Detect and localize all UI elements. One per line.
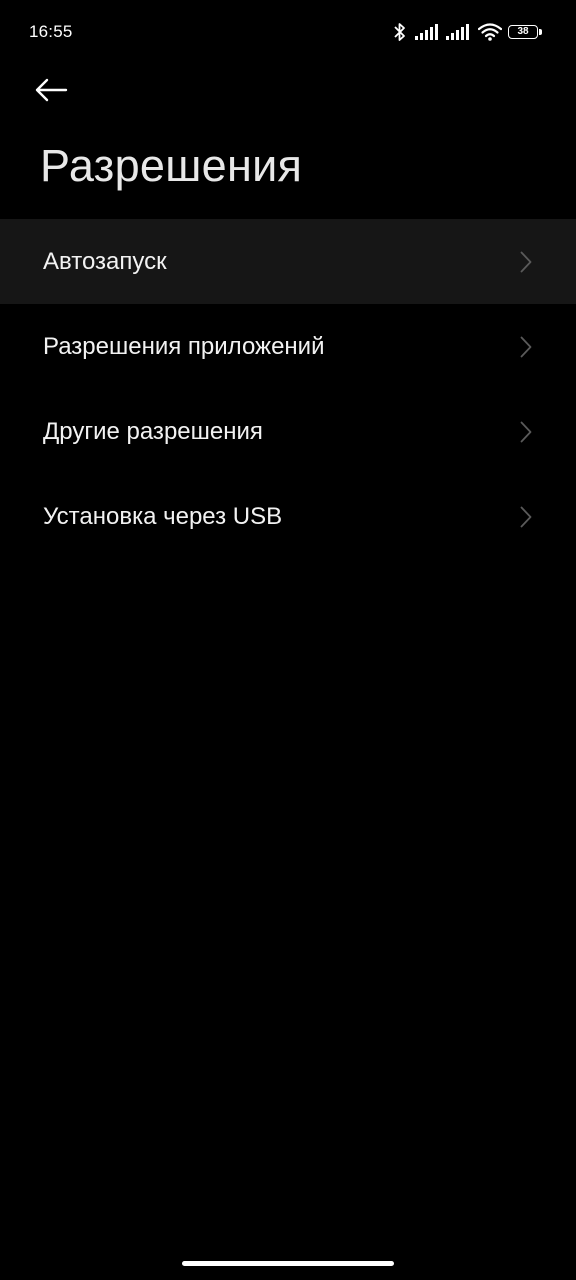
status-time: 16:55: [29, 22, 73, 41]
permissions-menu: Автозапуск Разрешения приложений Другие …: [0, 219, 576, 559]
menu-item-app-permissions[interactable]: Разрешения приложений: [0, 304, 576, 389]
battery-icon: 38: [508, 23, 544, 41]
chevron-right-icon: [520, 506, 532, 528]
battery-level: 38: [517, 26, 529, 37]
bluetooth-icon: [393, 22, 407, 42]
page-title: Разрешения: [40, 140, 303, 191]
chevron-right-icon: [520, 336, 532, 358]
back-button[interactable]: [34, 72, 82, 112]
menu-item-label: Установка через USB: [43, 502, 283, 530]
wifi-icon: [478, 23, 502, 41]
menu-item-other-permissions[interactable]: Другие разрешения: [0, 389, 576, 474]
arrow-left-icon: [34, 78, 68, 107]
status-bar: 16:55 38: [0, 0, 576, 64]
signal-icon: [446, 24, 470, 40]
status-icons: 38: [393, 20, 544, 44]
chevron-right-icon: [520, 251, 532, 273]
home-indicator[interactable]: [182, 1261, 394, 1266]
signal-icon: [415, 24, 439, 40]
chevron-right-icon: [520, 421, 532, 443]
menu-item-label: Другие разрешения: [43, 417, 263, 445]
menu-item-label: Разрешения приложений: [43, 332, 325, 360]
menu-item-usb-install[interactable]: Установка через USB: [0, 474, 576, 559]
menu-item-autostart[interactable]: Автозапуск: [0, 219, 576, 304]
menu-item-label: Автозапуск: [43, 247, 167, 275]
